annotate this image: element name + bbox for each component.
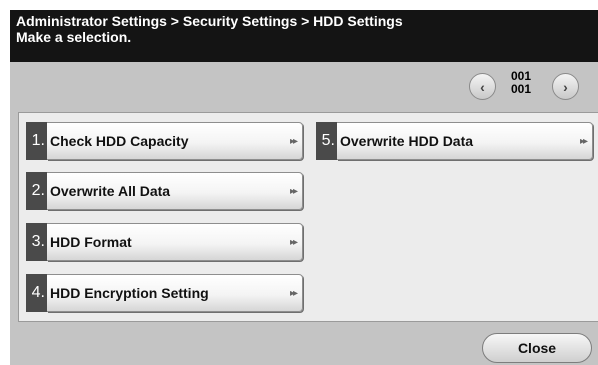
item-number: 1.	[26, 122, 47, 160]
total-pages: 001	[511, 82, 532, 96]
double-chevron-right-icon: ▸▸	[289, 287, 298, 299]
chevron-right-icon: ›	[563, 78, 568, 95]
check-hdd-capacity-button[interactable]: 1. Check HDD Capacity ▸▸	[26, 122, 303, 160]
item-number: 5.	[316, 122, 337, 160]
item-number: 2.	[26, 172, 47, 210]
item-label: HDD Format	[50, 234, 132, 250]
hdd-format-button[interactable]: 3. HDD Format ▸▸	[26, 223, 303, 261]
item-label: Check HDD Capacity	[50, 133, 189, 149]
double-chevron-right-icon: ▸▸	[289, 236, 298, 248]
chevron-left-icon: ‹	[480, 78, 485, 95]
previous-page-button[interactable]: ‹	[469, 73, 496, 100]
overwrite-all-data-button[interactable]: 2. Overwrite All Data ▸▸	[26, 172, 303, 210]
item-number: 4.	[26, 274, 47, 312]
screen: Administrator Settings > Security Settin…	[0, 0, 598, 365]
settings-window: Administrator Settings > Security Settin…	[10, 10, 598, 365]
close-button[interactable]: Close	[482, 333, 592, 363]
instruction-text: Make a selection.	[16, 29, 132, 45]
overwrite-hdd-data-button[interactable]: 5. Overwrite HDD Data ▸▸	[316, 122, 593, 160]
hdd-encryption-setting-button[interactable]: 4. HDD Encryption Setting ▸▸	[26, 274, 303, 312]
next-page-button[interactable]: ›	[552, 73, 579, 100]
item-label: Overwrite All Data	[50, 183, 171, 199]
breadcrumb: Administrator Settings > Security Settin…	[16, 13, 403, 29]
page-indicator: 001 001	[511, 70, 531, 96]
item-label: Overwrite HDD Data	[340, 133, 474, 149]
double-chevron-right-icon: ▸▸	[289, 185, 298, 197]
item-label: HDD Encryption Setting	[50, 285, 209, 301]
double-chevron-right-icon: ▸▸	[579, 135, 588, 147]
double-chevron-right-icon: ▸▸	[289, 135, 298, 147]
header-bar: Administrator Settings > Security Settin…	[10, 10, 598, 62]
item-number: 3.	[26, 223, 47, 261]
